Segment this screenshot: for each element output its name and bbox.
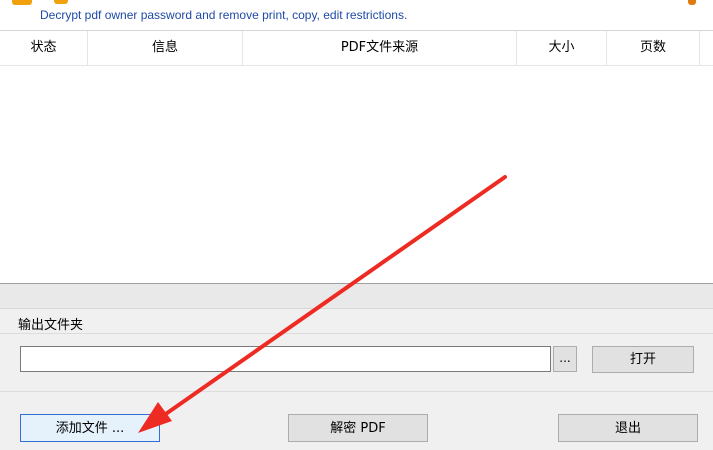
logo-graphic	[0, 0, 713, 6]
section-divider	[0, 391, 713, 392]
add-file-button[interactable]: 添加文件 ...	[20, 414, 160, 442]
splitter-bar[interactable]	[0, 284, 713, 309]
browse-folder-button[interactable]: ...	[553, 346, 577, 372]
output-folder-label: 输出文件夹	[18, 318, 84, 333]
open-folder-button[interactable]: 打开	[592, 346, 694, 373]
app-banner: Decrypt pdf owner password and remove pr…	[0, 0, 713, 31]
app-subtitle: Decrypt pdf owner password and remove pr…	[40, 8, 408, 22]
column-header-status[interactable]: 状态	[0, 31, 88, 65]
column-header-info[interactable]: 信息	[88, 31, 243, 65]
output-folder-input[interactable]	[20, 346, 551, 372]
column-header-pages[interactable]: 页数	[607, 31, 700, 65]
column-header-size[interactable]: 大小	[517, 31, 607, 65]
decrypt-pdf-button[interactable]: 解密 PDF	[288, 414, 428, 442]
column-header-source[interactable]: PDF文件来源	[243, 31, 517, 65]
file-list[interactable]: 状态 信息 PDF文件来源 大小 页数	[0, 31, 713, 284]
exit-button[interactable]: 退出	[558, 414, 698, 442]
group-divider	[0, 333, 713, 334]
file-list-header: 状态 信息 PDF文件来源 大小 页数	[0, 31, 713, 66]
file-list-body[interactable]	[0, 66, 713, 282]
